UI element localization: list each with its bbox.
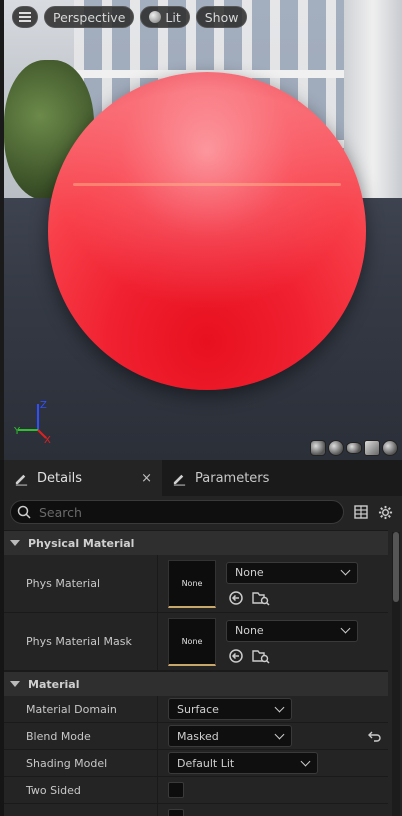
property-value: Default Lit	[158, 750, 388, 776]
chevron-down-icon	[340, 565, 351, 576]
cylinder-icon[interactable]	[310, 440, 326, 456]
asset-thumbnail[interactable]: None	[168, 559, 216, 608]
use-selected-icon[interactable]	[228, 648, 244, 664]
search-box[interactable]	[10, 500, 344, 524]
asset-combo-value: None	[235, 566, 264, 579]
table-view-icon[interactable]	[354, 505, 368, 519]
close-icon[interactable]: ×	[141, 471, 152, 486]
property-value: Surface	[158, 696, 388, 722]
blend-mode-dropdown[interactable]: Masked	[168, 725, 292, 747]
show-button[interactable]: Show	[195, 6, 248, 28]
collapse-arrow-icon	[10, 681, 20, 687]
asset-picker: None	[226, 619, 358, 664]
dropdown-value: Default Lit	[177, 756, 235, 770]
asset-actions	[226, 648, 358, 664]
asset-combo-value: None	[235, 624, 264, 637]
details-scrollbar[interactable]	[392, 532, 400, 816]
teapot-icon[interactable]	[382, 440, 398, 456]
panel-tabs: Details × Parameters	[4, 460, 402, 496]
viewport-toolbar: Perspective Lit Show	[12, 6, 248, 28]
axis-x-label: X	[44, 435, 51, 443]
search-icon	[17, 505, 31, 519]
search-input[interactable]	[39, 504, 319, 520]
property-label: Phys Material Mask	[4, 613, 158, 670]
property-label: Shading Model	[4, 750, 158, 776]
pencil-icon	[15, 474, 28, 486]
property-row-material-domain: Material Domain Surface	[4, 696, 388, 723]
chevron-down-icon	[274, 702, 285, 712]
property-value	[158, 804, 388, 816]
property-label: Two Sided	[4, 777, 158, 803]
asset-combo[interactable]: None	[226, 561, 358, 584]
lit-mode-icon	[149, 11, 162, 23]
property-row-phys-material: Phys Material None None	[4, 555, 388, 613]
property-label: Material Domain	[4, 696, 158, 722]
perspective-button[interactable]: Perspective	[44, 6, 135, 28]
dropdown-value: Surface	[177, 702, 219, 716]
show-label: Show	[204, 9, 239, 25]
search-row	[4, 498, 402, 526]
collapse-arrow-icon	[10, 540, 20, 546]
hamburger-icon	[19, 12, 31, 22]
asset-combo[interactable]: None	[226, 619, 358, 642]
details-panel: Details × Parameters Search Physical Mat…	[4, 460, 402, 816]
material-preview-viewport[interactable]: Perspective Lit Show Z Y X	[0, 0, 402, 460]
scrollbar-thumb[interactable]	[393, 532, 399, 602]
property-row-blend-mode: Blend Mode Masked	[4, 723, 388, 750]
search-tools	[354, 505, 393, 520]
gear-icon[interactable]	[378, 505, 393, 520]
property-row-phys-material-mask: Phys Material Mask None None	[4, 613, 388, 671]
two-sided-checkbox[interactable]	[168, 782, 184, 798]
material-domain-dropdown[interactable]: Surface	[168, 698, 292, 720]
axis-gizmo: Z Y X	[14, 400, 51, 443]
dropdown-value: Masked	[177, 729, 219, 743]
property-row-shading-model: Shading Model Default Lit	[4, 750, 388, 777]
tab-details-label: Details	[37, 470, 83, 486]
asset-thumbnail[interactable]: None	[168, 617, 216, 666]
chevron-down-icon	[300, 756, 311, 766]
browse-folder-icon[interactable]	[252, 590, 270, 606]
property-row-partial	[4, 804, 388, 816]
section-title: Material	[28, 677, 80, 691]
property-label: Phys Material	[4, 555, 158, 612]
browse-folder-icon[interactable]	[252, 648, 270, 664]
tab-details[interactable]: Details ×	[4, 460, 162, 496]
axis-y-label: Y	[14, 426, 21, 437]
preview-sphere	[48, 72, 366, 390]
perspective-label: Perspective	[53, 9, 126, 25]
properties-list: Physical Material Phys Material None Non…	[4, 530, 388, 816]
lit-button[interactable]: Lit	[140, 6, 190, 28]
cube-icon[interactable]	[364, 440, 380, 456]
axis-z-label: Z	[40, 400, 47, 411]
use-selected-icon[interactable]	[228, 590, 244, 606]
plane-icon[interactable]	[346, 442, 362, 454]
property-value	[158, 777, 388, 803]
property-value: None None	[158, 555, 388, 612]
shading-model-dropdown[interactable]: Default Lit	[168, 752, 318, 774]
pencil-icon	[173, 474, 186, 486]
chevron-down-icon	[274, 729, 285, 739]
asset-picker: None	[226, 561, 358, 606]
property-checkbox[interactable]	[168, 809, 184, 816]
property-label: Blend Mode	[4, 723, 158, 749]
property-label	[4, 804, 158, 816]
section-material[interactable]: Material	[4, 671, 388, 696]
tab-parameters-label: Parameters	[195, 470, 270, 486]
asset-actions	[226, 590, 358, 606]
property-value: None None	[158, 613, 388, 670]
sphere-icon[interactable]	[328, 440, 344, 456]
lit-label: Lit	[165, 9, 181, 25]
tab-parameters[interactable]: Parameters	[162, 460, 279, 496]
section-physical-material[interactable]: Physical Material	[4, 530, 388, 555]
property-row-two-sided: Two Sided	[4, 777, 388, 804]
reset-to-default-icon[interactable]	[368, 730, 382, 742]
viewport-menu-button[interactable]	[12, 6, 38, 28]
section-title: Physical Material	[28, 536, 135, 550]
property-value: Masked	[158, 723, 388, 749]
preview-mesh-selector	[310, 440, 398, 456]
chevron-down-icon	[340, 623, 351, 634]
